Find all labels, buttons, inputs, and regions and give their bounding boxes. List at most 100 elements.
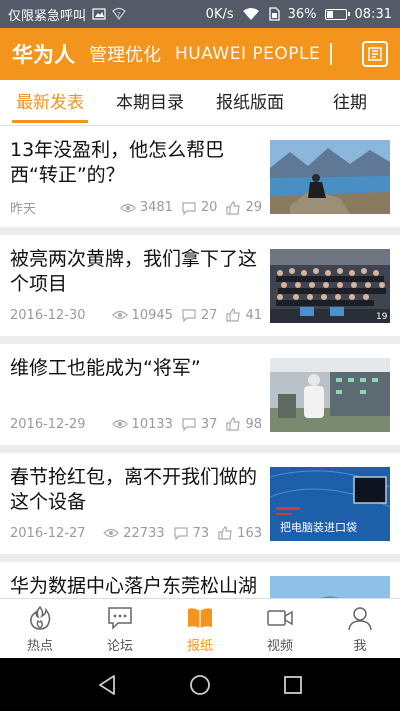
article-item[interactable]: 春节抢红包，离不开我们做的这个设备 2016-12-27 22733 73 16… [0, 453, 400, 554]
brand-title: 华为人 [12, 43, 75, 67]
back-icon[interactable] [94, 672, 120, 698]
article-date: 昨天 [10, 202, 37, 217]
article-title: 华为数据中心落户东莞松山湖 [10, 575, 258, 597]
nav-me[interactable]: 我 [320, 599, 400, 658]
newspaper-icon[interactable] [362, 41, 388, 67]
book-icon [188, 607, 212, 628]
tab-latest[interactable]: 最新发表 [0, 80, 100, 126]
clock: 08:31 [354, 6, 392, 22]
bottom-nav: 热点 论坛 报纸 视频 我 [0, 598, 400, 658]
likes-count: 41 [245, 307, 262, 323]
signal-question-icon: ? [112, 7, 126, 21]
lake-landscape-image [270, 140, 390, 214]
eye-icon [119, 203, 136, 212]
system-nav-bar [0, 658, 400, 711]
likes-count: 29 [245, 200, 262, 215]
article-item[interactable]: 被亮两次黄牌，我们拿下了这个项目 2016-12-30 10945 27 41 [0, 235, 400, 336]
sim-icon [268, 7, 280, 21]
article-meta: 2016-12-30 10945 27 41 [10, 307, 262, 323]
building-image [270, 576, 390, 598]
tab-layout[interactable]: 报纸版面 [200, 80, 300, 126]
views-count: 10133 [131, 416, 173, 432]
eye-icon [103, 528, 120, 538]
likes-count: 98 [245, 416, 262, 432]
comments-stat: 37 [181, 416, 218, 432]
tab-bar: 最新发表 本期目录 报纸版面 往期 [0, 80, 400, 126]
battery-percent: 36% [287, 6, 317, 22]
thumbs-up-icon [226, 308, 241, 322]
article-thumbnail: 把电脑装进口袋 [270, 467, 390, 541]
nav-label: 视频 [266, 638, 293, 654]
factory-worker-image [270, 358, 390, 432]
views-stat: 3481 [119, 200, 173, 216]
article-thumbnail [270, 576, 390, 598]
eye-icon [111, 419, 128, 429]
views-count: 22733 [123, 525, 165, 541]
team-photo-image: 19 [270, 249, 390, 323]
thumbs-up-icon [218, 526, 232, 540]
article-title: 被亮两次黄牌，我们拿下了这个项目 [10, 248, 258, 295]
likes-stat: 98 [225, 416, 262, 432]
carrier-text: 仅限紧急呼叫 [8, 8, 87, 24]
svg-text:?: ? [117, 11, 121, 19]
nav-label: 热点 [26, 638, 53, 654]
views-stat: 10945 [111, 307, 173, 323]
battery-icon [324, 8, 350, 20]
comment-icon [182, 418, 196, 432]
tab-archive[interactable]: 往期 [300, 80, 400, 126]
recents-icon[interactable] [280, 672, 306, 698]
nav-label: 报纸 [186, 638, 213, 654]
thumb-badge: 19 [376, 312, 388, 322]
comments-count: 73 [192, 525, 210, 541]
likes-count: 163 [237, 525, 262, 541]
brand-english: HUAWEI PEOPLE [175, 44, 321, 64]
flame-icon [30, 605, 51, 630]
views-count: 10945 [131, 307, 173, 323]
video-icon [267, 609, 293, 626]
nav-label: 论坛 [106, 638, 133, 654]
comment-icon [182, 201, 196, 215]
article-title: 春节抢红包，离不开我们做的这个设备 [10, 466, 258, 513]
article-item[interactable]: 华为数据中心落户东莞松山湖 [0, 562, 400, 598]
article-meta: 2016-12-27 22733 73 163 [10, 525, 262, 541]
chat-icon [108, 606, 132, 630]
article-date: 2016-12-30 [10, 307, 86, 323]
nav-video[interactable]: 视频 [240, 599, 320, 658]
comments-count: 20 [200, 200, 218, 215]
person-icon [348, 606, 372, 630]
views-stat: 10133 [111, 416, 173, 432]
header-divider [330, 43, 332, 65]
article-date: 2016-12-29 [10, 416, 86, 432]
comments-count: 37 [200, 416, 218, 432]
comments-stat: 73 [173, 525, 210, 541]
blue-device-image: 把电脑装进口袋 [270, 467, 390, 541]
article-title: 维修工也能成为“将军” [10, 357, 201, 379]
article-item[interactable]: 维修工也能成为“将军” 2016-12-29 10133 37 98 [0, 344, 400, 445]
thumb-caption: 把电脑装进口袋 [280, 520, 357, 534]
likes-stat: 41 [225, 307, 262, 323]
article-list: 13年没盈利，他怎么帮巴西“转正”的？ 昨天 3481 20 29 被亮两次黄牌… [0, 126, 400, 598]
section-subtitle: 管理优化 [89, 45, 161, 66]
comments-stat: 27 [181, 307, 218, 323]
thumbs-up-icon [226, 200, 241, 215]
home-icon[interactable] [187, 672, 213, 698]
image-notification-icon [92, 7, 106, 21]
views-stat: 22733 [103, 525, 165, 541]
comments-count: 27 [200, 307, 218, 323]
eye-icon [111, 310, 128, 320]
likes-stat: 163 [217, 525, 262, 541]
thumbs-up-icon [226, 417, 241, 431]
article-thumbnail [270, 140, 390, 214]
nav-label: 我 [353, 638, 367, 654]
nav-hot[interactable]: 热点 [0, 599, 80, 658]
views-count: 3481 [139, 200, 173, 215]
article-thumbnail [270, 358, 390, 432]
article-meta: 昨天 3481 20 29 [10, 198, 262, 217]
article-item[interactable]: 13年没盈利，他怎么帮巴西“转正”的？ 昨天 3481 20 29 [0, 126, 400, 227]
tab-catalog[interactable]: 本期目录 [100, 80, 200, 126]
net-speed: 0K/s [205, 6, 234, 22]
app-header: 华为人 管理优化 HUAWEI PEOPLE [0, 28, 400, 80]
nav-forum[interactable]: 论坛 [80, 599, 160, 658]
nav-newspaper[interactable]: 报纸 [160, 599, 240, 658]
article-meta: 2016-12-29 10133 37 98 [10, 416, 262, 432]
